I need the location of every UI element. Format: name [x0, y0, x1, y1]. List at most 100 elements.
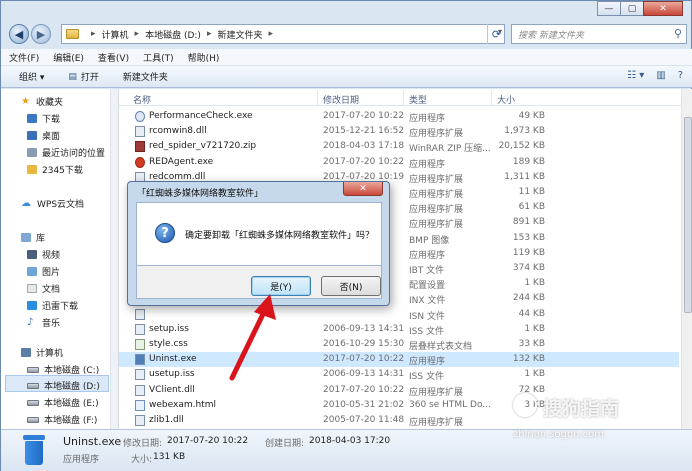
menu-view[interactable]: 查看(V): [98, 51, 129, 64]
dialog-close-button[interactable]: ✕: [343, 182, 383, 196]
document-icon: [27, 284, 37, 293]
maximize-button[interactable]: ▢: [620, 1, 644, 16]
picture-icon: [27, 267, 37, 276]
column-size[interactable]: 大小: [497, 93, 515, 106]
file-row[interactable]: REDAgent.exe 2017-07-20 10:22 应用程序 189 KB: [119, 155, 679, 170]
file-size: 119 KB: [512, 247, 545, 258]
new-folder-button[interactable]: 新建文件夹: [123, 70, 168, 83]
nav-documents[interactable]: 文档: [27, 282, 60, 295]
nav-videos-label: 视频: [42, 251, 61, 261]
file-icon: [135, 126, 145, 138]
file-row[interactable]: red_spider_v721720.zip 2018-04-03 17:18 Wi…: [119, 139, 679, 154]
computer-icon: [21, 348, 31, 357]
column-date[interactable]: 修改日期: [323, 93, 359, 106]
nav-libraries-label: 库: [36, 234, 46, 244]
library-icon: [21, 233, 31, 242]
nav-pictures[interactable]: 图片: [27, 265, 60, 278]
column-name[interactable]: 名称: [133, 93, 151, 106]
nav-videos[interactable]: 视频: [27, 248, 60, 261]
menu-bar: 文件(F) 编辑(E) 查看(V) 工具(T) 帮助(H): [1, 49, 692, 66]
downloads-icon: [27, 114, 37, 123]
file-size: 1 KB: [524, 323, 545, 334]
file-size: 1,311 KB: [504, 171, 545, 182]
nav-recent[interactable]: 最近访问的位置: [27, 146, 105, 159]
close-button[interactable]: ✕: [643, 1, 683, 16]
nav-drive-c[interactable]: 本地磁盘 (C:): [27, 363, 99, 376]
breadcrumb-computer[interactable]: 计算机: [102, 28, 129, 41]
file-row[interactable]: setup.iss 2006-09-13 14:31 ISS 文件 1 KB: [119, 322, 679, 337]
nav-2345-downloads[interactable]: 2345下载: [27, 163, 83, 176]
minimize-button[interactable]: —: [597, 1, 621, 16]
nav-drive-e[interactable]: 本地磁盘 (E:): [27, 396, 99, 409]
column-divider[interactable]: [403, 90, 404, 105]
file-list-scrollbar[interactable]: [681, 89, 692, 429]
nav-downloads[interactable]: 下载: [27, 112, 60, 125]
search-input[interactable]: 搜索 新建文件夹 ⚲: [511, 24, 687, 44]
nav-scrollbar[interactable]: [110, 89, 118, 429]
breadcrumb-new-folder[interactable]: 新建文件夹: [217, 28, 262, 41]
view-options-icon[interactable]: ☷ ▾: [627, 70, 644, 81]
view-controls: ☷ ▾ ▥ ?: [615, 70, 683, 81]
file-icon: [135, 399, 145, 411]
file-type: 配置设置: [409, 281, 446, 292]
nav-libraries[interactable]: 库: [21, 231, 45, 244]
file-icon: [135, 354, 145, 366]
nav-music[interactable]: ♪ 音乐: [27, 316, 60, 329]
address-bar[interactable]: ▸ 计算机 ▸ 本地磁盘 (D:) ▸ 新建文件夹 ▸ ▾: [61, 24, 505, 44]
file-row[interactable]: usetup.iss 2006-09-13 14:31 ISS 文件 1 KB: [119, 367, 679, 382]
column-type[interactable]: 类型: [409, 93, 427, 106]
organize-button[interactable]: 组织 ▾: [19, 70, 44, 83]
file-row[interactable]: style.css 2016-10-29 15:30 层叠样式表文档 33 KB: [119, 337, 679, 352]
uninstall-confirm-dialog: 「红蜘蛛多媒体网络教室软件」 ✕ ? 确定要卸载「红蜘蛛多媒体网络教室软件」吗？…: [127, 181, 390, 306]
file-icon: [135, 156, 145, 168]
nav-computer-label: 计算机: [36, 349, 64, 359]
file-date: 2017-07-20 10:22: [323, 156, 405, 167]
file-type: 应用程序扩展: [409, 190, 464, 200]
refresh-button[interactable]: ⟳: [487, 24, 505, 44]
menu-tools[interactable]: 工具(T): [143, 51, 174, 64]
column-divider[interactable]: [491, 90, 492, 105]
dialog-message: 确定要卸载「红蜘蛛多媒体网络教室软件」吗？: [185, 231, 375, 241]
menu-file[interactable]: 文件(F): [9, 51, 39, 64]
file-size: 891 KB: [512, 217, 545, 228]
nav-xunlei[interactable]: 迅雷下载: [27, 299, 78, 312]
preview-pane-icon[interactable]: ▥: [656, 70, 665, 81]
search-icon[interactable]: ⚲: [674, 27, 682, 40]
nav-computer[interactable]: 计算机: [21, 346, 63, 359]
open-button[interactable]: ▤ 打开: [68, 70, 99, 84]
file-size: 132 KB: [512, 354, 545, 365]
address-row: ◀ ▶ ▸ 计算机 ▸ 本地磁盘 (D:) ▸ 新建文件夹 ▸ ▾ ⟳ 搜索 新建文件…: [1, 21, 692, 47]
file-row[interactable]: ISN 文件 44 KB: [119, 307, 679, 322]
forward-button[interactable]: ▶: [31, 24, 51, 44]
file-size: 1 KB: [524, 369, 545, 380]
help-icon[interactable]: ?: [678, 70, 683, 81]
file-icon: [135, 308, 145, 320]
file-type: WinRAR ZIP 压缩...: [409, 144, 491, 155]
dialog-body: ? 确定要卸载「红蜘蛛多媒体网络教室软件」吗？: [136, 202, 382, 266]
column-divider[interactable]: [317, 90, 318, 105]
nav-drive-f[interactable]: 本地磁盘 (F:): [27, 413, 97, 426]
menu-edit[interactable]: 编辑(E): [53, 51, 84, 64]
back-button[interactable]: ◀: [9, 24, 29, 44]
file-type: 应用程序扩展: [409, 418, 464, 428]
nav-favorites[interactable]: ★ 收藏夹: [21, 95, 63, 108]
file-date: 2005-07-20 11:48: [323, 415, 405, 425]
file-size: 244 KB: [512, 293, 545, 304]
folder-icon: [27, 165, 37, 174]
file-row[interactable]: PerformanceCheck.exe 2017-07-20 10:22 应用程序…: [119, 109, 679, 124]
file-row[interactable]: Uninst.exe 2017-07-20 10:22 应用程序 132 KB: [119, 352, 679, 368]
breadcrumb-drive-d[interactable]: 本地磁盘 (D:): [145, 28, 201, 41]
file-size: 49 KB: [518, 111, 545, 121]
no-button[interactable]: 否(N): [321, 276, 381, 296]
scrollbar-thumb[interactable]: [684, 117, 692, 313]
nav-drive-d[interactable]: 本地磁盘 (D:): [27, 379, 100, 392]
nav-desktop[interactable]: 桌面: [27, 129, 60, 142]
music-icon: ♪: [27, 317, 34, 328]
nav-downloads-label: 下载: [42, 115, 61, 125]
search-placeholder: 搜索 新建文件夹: [518, 30, 584, 41]
uninstall-icon: [23, 435, 45, 465]
file-row[interactable]: rcomwin8.dll 2015-12-21 16:52 应用程序扩展 1,973 …: [119, 124, 679, 139]
desktop-icon: [27, 131, 37, 140]
menu-help[interactable]: 帮助(H): [188, 51, 220, 64]
nav-wps-cloud[interactable]: ☁ WPS云文档: [21, 197, 84, 210]
